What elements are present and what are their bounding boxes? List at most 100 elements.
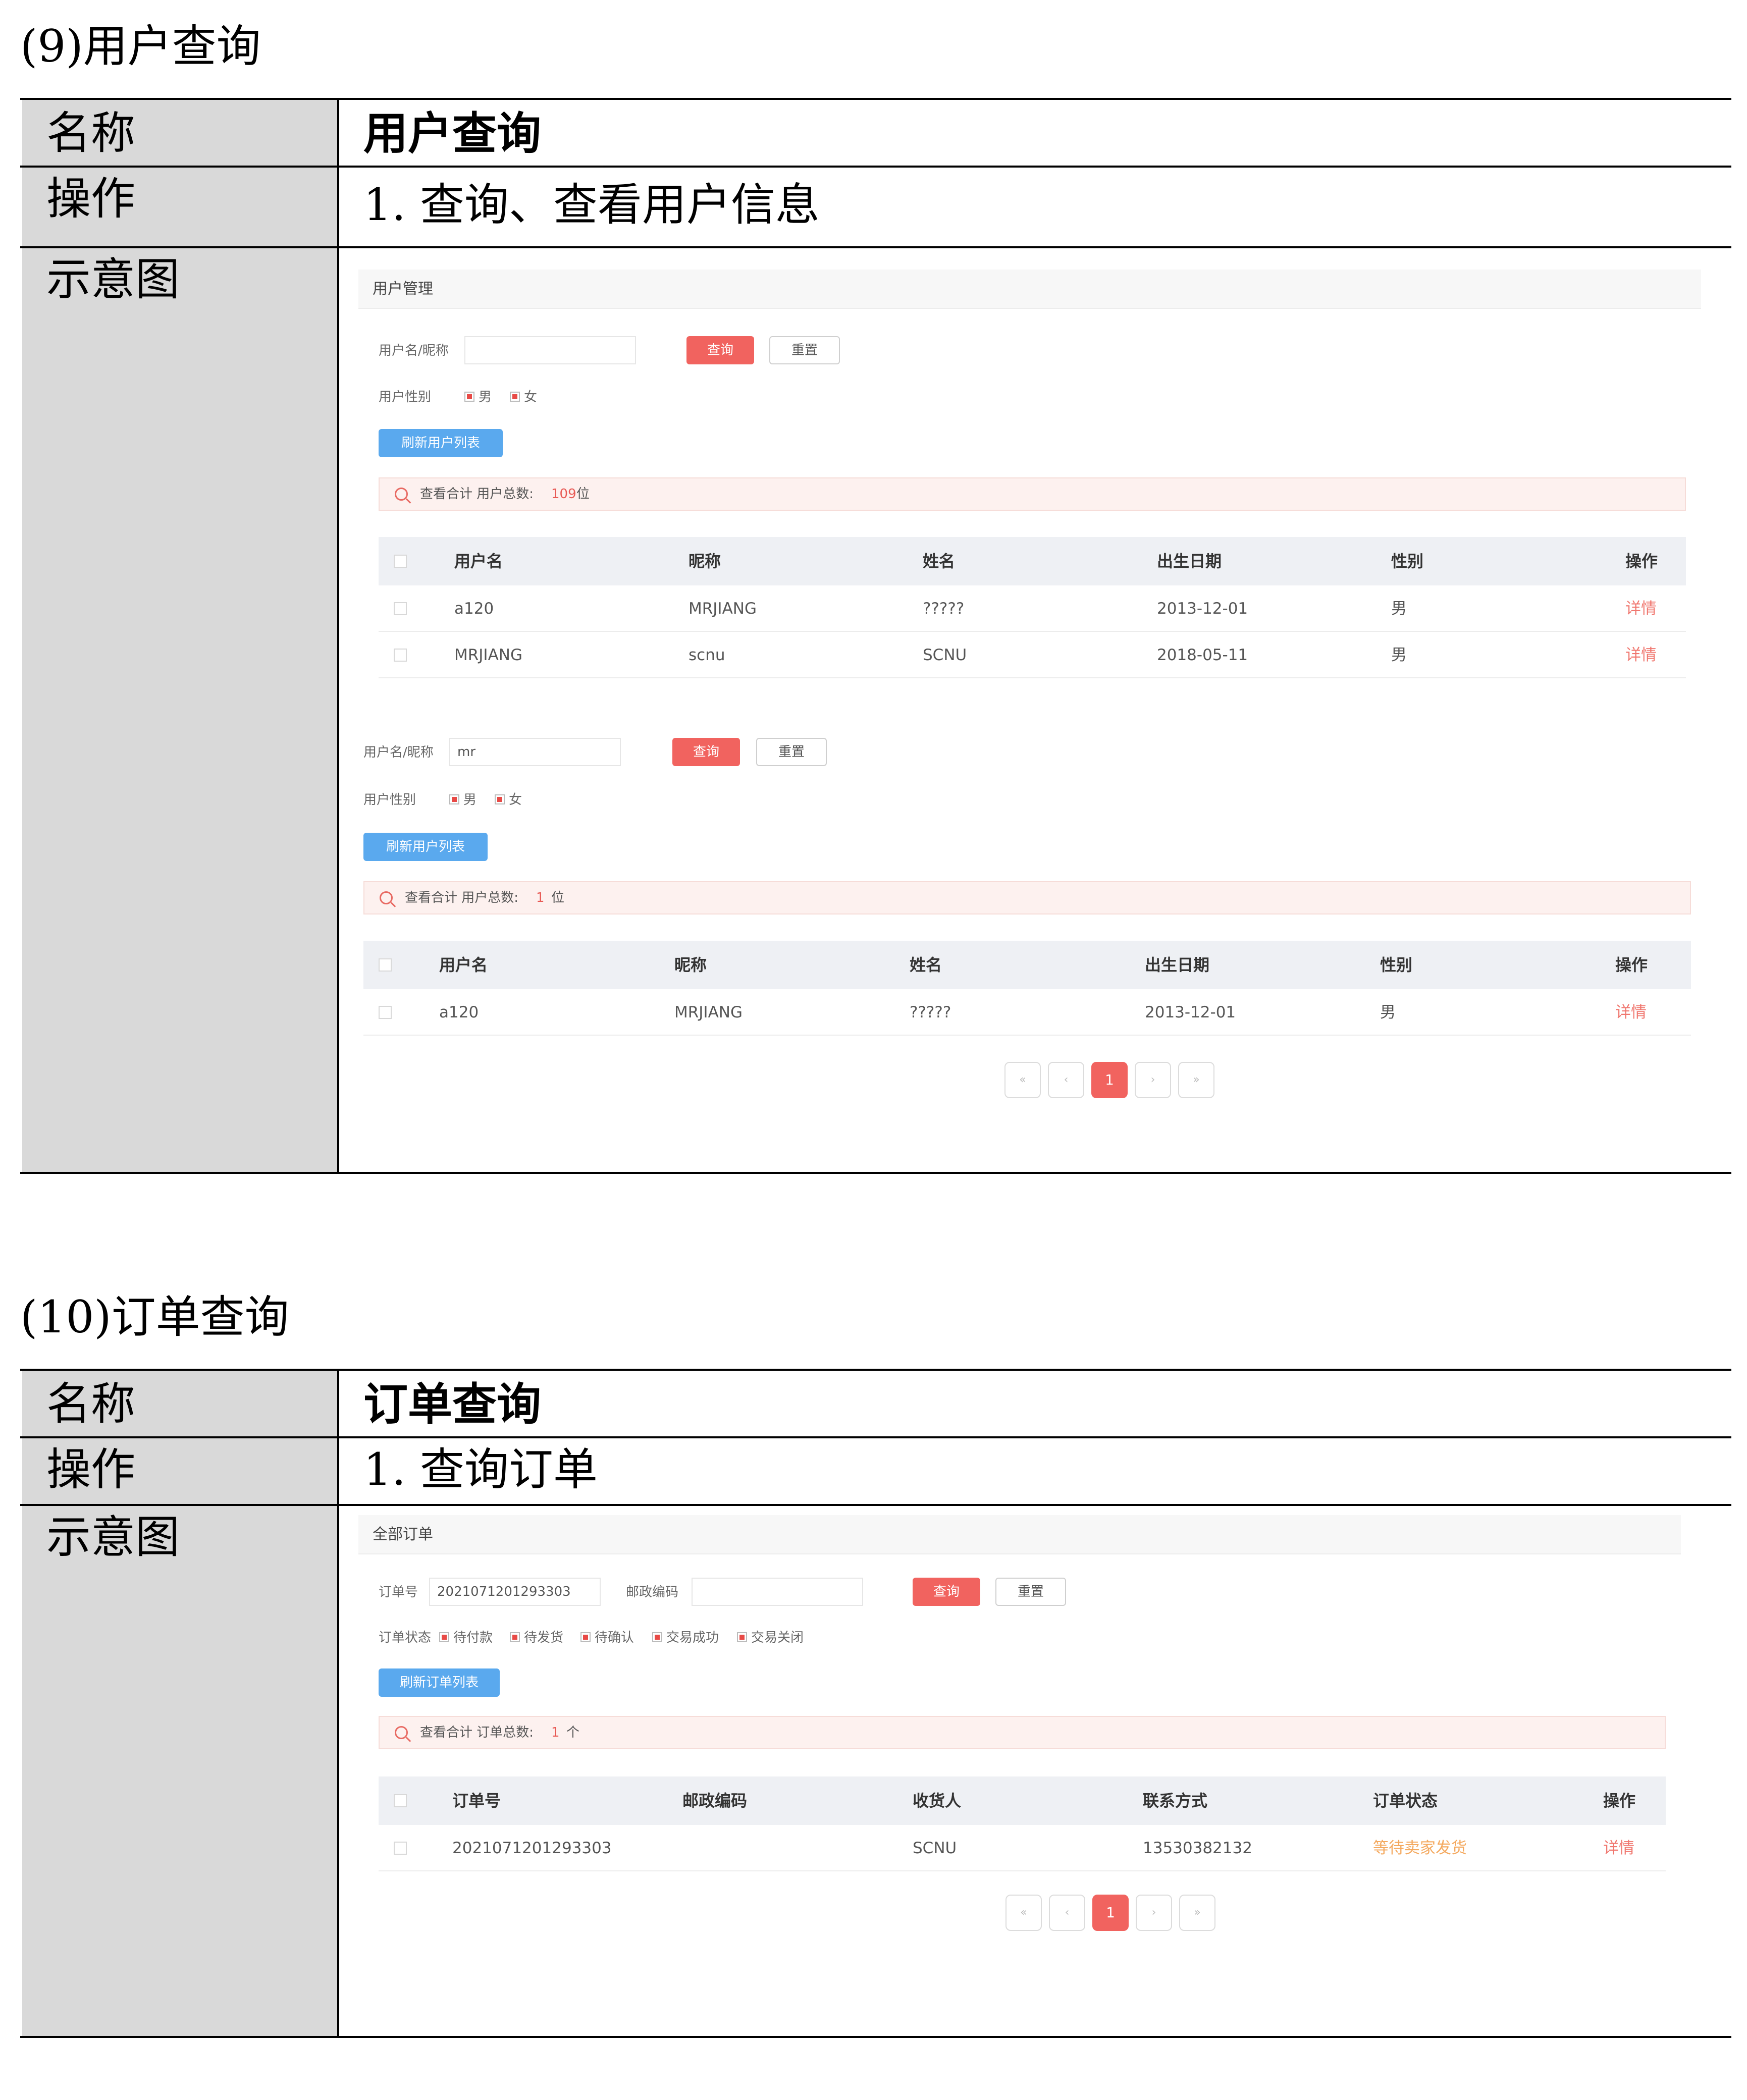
details-link[interactable]: 详情 [1625, 585, 1657, 632]
postcode-input[interactable] [692, 1578, 863, 1606]
table-row: 2021071201293303 SCNU 13530382132 等待卖家发货… [379, 1825, 1666, 1871]
prev-page-button[interactable]: ‹ [1048, 1062, 1084, 1098]
refresh-user-list-button[interactable]: 刷新用户列表 [363, 833, 488, 861]
select-all-checkbox[interactable] [379, 958, 392, 972]
summary-bar: 查看合计 订单总数: 1 个 [379, 1716, 1666, 1749]
rule-row1 [20, 1436, 1731, 1438]
summary-unit: 个 [566, 1725, 580, 1740]
name-label: 名称 [46, 107, 136, 159]
query-button[interactable]: 查询 [913, 1578, 980, 1606]
cell-name: ????? [910, 1003, 951, 1021]
search-icon [380, 891, 393, 904]
order-number-input[interactable]: 2021071201293303 [429, 1578, 601, 1606]
cell-username: a120 [439, 1003, 479, 1021]
column-nickname: 昵称 [674, 955, 707, 975]
panel-title: 全部订单 [358, 1515, 1681, 1554]
rule-row2 [20, 246, 1731, 248]
status-success-checkbox[interactable] [652, 1632, 662, 1642]
reset-button[interactable]: 重置 [995, 1578, 1066, 1606]
rule-row1 [20, 166, 1731, 168]
cell-username: MRJIANG [454, 646, 522, 664]
first-page-button[interactable]: « [1005, 1895, 1042, 1931]
column-username: 用户名 [454, 552, 503, 571]
page-1-button[interactable]: 1 [1092, 1895, 1129, 1931]
column-nickname: 昵称 [689, 552, 721, 571]
table-row: MRJIANG scnu SCNU 2018-05-11 男 详情 [379, 632, 1686, 678]
select-all-checkbox[interactable] [394, 555, 407, 568]
details-link[interactable]: 详情 [1625, 632, 1657, 678]
summary-text: 查看合计 用户总数: [420, 487, 534, 502]
status-pending-shipment-checkbox[interactable] [510, 1632, 520, 1642]
cell-contact: 13530382132 [1143, 1839, 1252, 1857]
diagram-label: 示意图 [46, 1511, 180, 1563]
status-option-label: 待发货 [524, 1630, 564, 1645]
reset-button[interactable]: 重置 [769, 336, 840, 364]
details-link[interactable]: 详情 [1603, 1825, 1634, 1871]
order-management-screenshot: 全部订单 订单号 2021071201293303 邮政编码 查询 重置 订单状… [358, 1515, 1691, 2020]
cell-username: a120 [454, 600, 494, 618]
cell-order-status: 等待卖家发货 [1373, 1839, 1467, 1857]
operation-label: 操作 [46, 1443, 136, 1495]
cell-birthdate: 2013-12-01 [1157, 600, 1248, 618]
cell-gender: 男 [1391, 646, 1407, 664]
operation-value: 1. 查询、查看用户信息 [363, 179, 820, 231]
row-checkbox[interactable] [394, 649, 407, 662]
user-management-screenshot: 用户管理 用户名/昵称 查询 重置 用户性别 男 女 刷新用户列表 查看合计 用… [358, 270, 1711, 1158]
gender-female-checkbox[interactable] [510, 392, 520, 402]
next-page-button[interactable]: › [1135, 1062, 1171, 1098]
name-value: 用户查询 [363, 107, 542, 159]
gender-male-checkbox[interactable] [449, 794, 459, 804]
row-checkbox[interactable] [394, 602, 407, 615]
gender-male-checkbox[interactable] [464, 392, 474, 402]
gender-label: 用户性别 [379, 390, 432, 405]
column-username: 用户名 [439, 955, 488, 975]
status-pending-confirm-checkbox[interactable] [580, 1632, 591, 1642]
name-label: 名称 [46, 1378, 136, 1430]
postcode-label: 邮政编码 [626, 1585, 679, 1600]
rule-top [20, 98, 1731, 100]
prev-page-button[interactable]: ‹ [1049, 1895, 1085, 1931]
last-page-button[interactable]: » [1179, 1895, 1215, 1931]
summary-count: 1 [536, 890, 545, 905]
row-checkbox[interactable] [379, 1006, 392, 1019]
cell-order-number: 2021071201293303 [452, 1839, 612, 1857]
operation-value: 1. 查询订单 [363, 1443, 598, 1495]
next-page-button[interactable]: › [1136, 1895, 1172, 1931]
column-birthdate: 出生日期 [1157, 552, 1222, 571]
column-birthdate: 出生日期 [1145, 955, 1210, 975]
gender-female-checkbox[interactable] [495, 794, 505, 804]
status-option-label: 交易关闭 [751, 1630, 804, 1645]
query-button[interactable]: 查询 [672, 738, 740, 766]
summary-unit: 位 [551, 890, 565, 905]
details-link[interactable]: 详情 [1615, 989, 1647, 1036]
cell-nickname: MRJIANG [689, 600, 757, 618]
cell-name: SCNU [923, 646, 967, 664]
section-heading: (10)订单查询 [20, 1291, 289, 1343]
refresh-order-list-button[interactable]: 刷新订单列表 [379, 1668, 500, 1697]
cell-birthdate: 2013-12-01 [1145, 1003, 1236, 1021]
page-1-button[interactable]: 1 [1091, 1062, 1128, 1098]
spec-table: 名称 订单查询 操作 1. 查询订单 示意图 全部订单 订单号 20210712… [20, 1369, 1731, 2038]
order-number-label: 订单号 [379, 1585, 418, 1600]
reset-button[interactable]: 重置 [756, 738, 827, 766]
username-input[interactable]: mr [449, 738, 621, 766]
select-all-checkbox[interactable] [394, 1794, 407, 1807]
query-button[interactable]: 查询 [686, 336, 754, 364]
gender-female-label: 女 [524, 390, 538, 405]
rule-row2 [20, 1504, 1731, 1506]
order-status-label: 订单状态 [379, 1630, 432, 1645]
username-input[interactable] [464, 336, 636, 364]
row-checkbox[interactable] [394, 1842, 407, 1855]
cell-gender: 男 [1380, 1003, 1396, 1021]
status-pending-payment-checkbox[interactable] [439, 1632, 449, 1642]
cell-gender: 男 [1391, 600, 1407, 618]
last-page-button[interactable]: » [1178, 1062, 1214, 1098]
column-divider [337, 1369, 339, 2038]
gender-label: 用户性别 [363, 792, 416, 807]
gender-male-label: 男 [463, 792, 477, 807]
status-closed-checkbox[interactable] [737, 1632, 747, 1642]
summary-count: 109 [551, 487, 576, 502]
spec-table: 名称 用户查询 操作 1. 查询、查看用户信息 示意图 用户管理 用户名/昵称 … [20, 98, 1731, 1174]
first-page-button[interactable]: « [1004, 1062, 1041, 1098]
refresh-user-list-button[interactable]: 刷新用户列表 [379, 429, 503, 457]
